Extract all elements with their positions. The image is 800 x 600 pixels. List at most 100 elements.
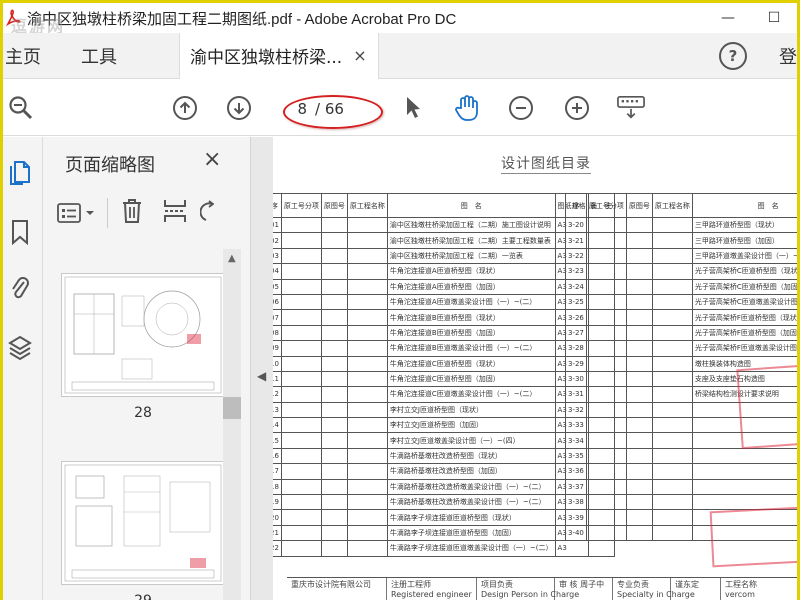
trash-icon [123,199,141,223]
cell-empty [280,401,322,419]
cell-empty [585,263,627,280]
cell-number: 10 [273,355,282,372]
table-row: 3-20三甲路环道桥型图（现状）A3 [565,216,797,234]
acrobat-logo-icon [5,9,21,27]
keyboard-tool-button[interactable] [617,94,645,122]
cell-drawing-name: 牛滴路桥基墩柱改造桥墩盖梁设计图（一）~(二） [386,478,556,496]
table-header-row: 序 原工号分项 原图号 原工程名称 图 名 图纸规格 [565,193,797,218]
hand-tool-button[interactable] [453,94,481,122]
cell-empty [346,386,388,403]
extract-pages-icon [164,200,186,222]
cell-drawing-name: 李村立交J匝道墩盖梁设计图（一）~(四） [386,432,556,449]
cell-empty [346,263,388,280]
hand-icon [455,95,478,121]
cell-empty [625,494,653,511]
close-panel-icon[interactable]: × [203,147,221,172]
next-page-button[interactable] [225,94,253,122]
table-row: 17牛滴路桥基墩柱改造桥型图（加固）A3 [273,463,615,480]
tab-tools[interactable]: 工具 [69,33,129,79]
table-row: 20牛滴路李子坝连接道匝道桥型图（现状）A3 [273,509,615,526]
cell-drawing-name: 光子营高架桥F匝道桥型图（现状） [691,309,797,326]
cell-number: 3-34 [565,432,587,449]
cell-empty [346,340,388,357]
tab-document[interactable]: 渝中区独墩柱桥梁... × [179,32,379,79]
cell-empty [320,509,348,526]
extract-page-button[interactable] [162,197,188,229]
select-tool-button[interactable] [399,94,427,122]
attachment-icon[interactable] [7,273,33,303]
zoom-icon[interactable] [7,94,35,122]
zoom-in-button[interactable] [563,94,591,122]
cell-drawing-name: 渝中区独墩柱桥梁加固工程（二期）一览表 [386,247,556,265]
scroll-up-icon[interactable]: ▲ [228,253,236,264]
cell-number: 3-20 [565,216,587,234]
bookmark-icon[interactable] [7,217,33,247]
cell-number: 3-39 [565,509,587,526]
cell-empty [625,432,653,449]
cell-empty [280,355,322,372]
maximize-button[interactable]: ☐ [751,3,797,33]
close-tab-icon[interactable]: × [352,46,368,65]
table-row: 10牛角沱连接道C匝道桥型图（现状）A3 [273,355,615,372]
cell-empty [346,355,388,372]
page-thumbnail[interactable] [61,461,225,585]
cell-empty [585,401,627,419]
table-row: 07牛角沱连接道B匝道桥型图（现状）A3 [273,309,615,326]
navigation-rail [3,137,43,600]
cell-empty [280,478,322,496]
cell-drawing-name [691,447,797,465]
current-page-input[interactable] [285,97,307,121]
cell-empty [346,309,388,326]
cell-empty [625,447,653,465]
cell-number: 3-22 [565,247,587,265]
cell-number: 3-23 [565,263,587,280]
cell-number: 04 [273,263,282,280]
cell-drawing-name: 三甲路环道桥型图（现状） [691,216,797,234]
table-row: 3-37 [565,478,797,496]
panel-splitter[interactable]: ◀ [251,137,273,600]
footer-project: 工程名称 vercom [721,578,781,600]
window-title: 渝中区独墩柱桥梁加固工程二期图纸.pdf - Adobe Acrobat Pro… [27,10,457,28]
rotate-page-button[interactable] [199,198,215,228]
scrollbar-thumb[interactable] [223,397,241,419]
previous-page-button[interactable] [171,94,199,122]
cell-empty [346,232,388,249]
signin-link[interactable]: 登 [779,43,797,69]
cell-empty [320,355,348,372]
cell-empty [585,293,627,311]
table-row: 3-36 [565,463,797,480]
cell-empty [651,324,693,342]
layers-icon[interactable] [7,333,33,363]
footer-checker-name: 周子中 [580,580,605,589]
document-viewer[interactable]: 设计图纸目录 序 原工号分项 原图号 原工程名称 图 名 图纸规格 备 注 01… [273,137,797,600]
collapse-panel-icon[interactable]: ◀ [257,369,266,383]
tab-home[interactable]: 主页 [3,33,53,79]
cell-drawing-name: 牛角沱连接道A匝道桥型图（加固） [386,278,556,295]
cell-empty [320,447,348,465]
thumbnail-scrollbar[interactable]: ▲ [223,249,241,600]
footer-org: 重庆市设计院有限公司 [287,578,387,600]
cell-drawing-name: 牛滴路李子坝连接道匝道墩盖梁设计图（一）~(二） [386,540,556,557]
cell-empty [346,324,388,342]
cell-number: 16 [273,447,282,465]
table-row: 3-27光子营高架桥F匝道桥型图（加固）A3 [565,324,797,342]
thumbnail-options-button[interactable] [57,202,95,224]
delete-page-button[interactable] [120,197,144,229]
cell-number: 08 [273,324,282,342]
column-header: 原图号 [320,193,348,218]
cell-empty [346,494,388,511]
table-row: 16牛滴路桥基墩柱改造桥型图（现状）A3 [273,447,615,465]
minimize-button[interactable]: — [705,3,751,33]
cell-drawing-name: 三甲路环道桥型图（加固） [691,232,797,249]
page-thumbnails-icon[interactable] [7,157,33,187]
cell-empty [651,524,693,542]
cell-drawing-name: 李村立交J匝道桥型图（现状） [386,401,556,419]
page-thumbnail[interactable] [61,273,225,397]
cell-drawing-name: 光子营高架桥F匝道桥型图（加固） [691,324,797,342]
column-header: 原工程名称 [346,193,388,218]
cell-empty [280,524,322,542]
zoom-out-button[interactable] [507,94,535,122]
cell-number: 01 [273,216,282,234]
cell-number: 3-38 [565,494,587,511]
help-icon[interactable]: ? [719,42,747,70]
